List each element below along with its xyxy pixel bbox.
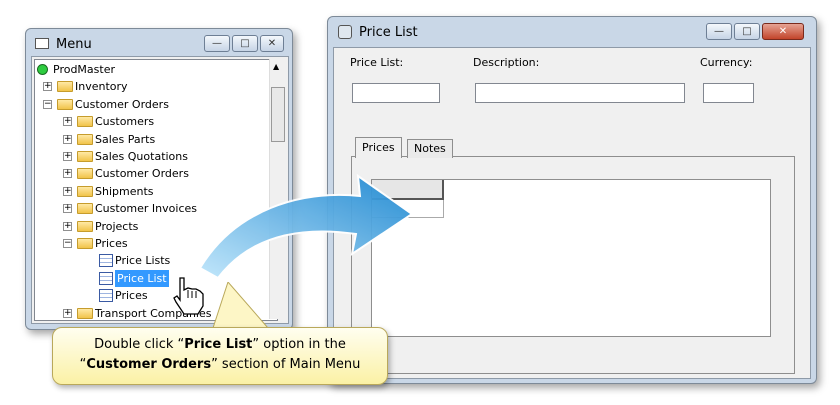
tree-item[interactable]: Price Lists	[35, 252, 275, 269]
tree-item-label: Shipments	[95, 184, 154, 198]
folder-open-icon	[57, 98, 73, 110]
tree-item-label: Projects	[95, 219, 139, 233]
tree-item-label: ProdMaster	[53, 63, 115, 76]
price-list-window: Price List — □ ✕ Price List: Description…	[327, 16, 817, 384]
expand-icon[interactable]: +	[63, 221, 72, 231]
tree-item-label: Inventory	[75, 80, 128, 94]
expand-icon[interactable]: +	[63, 308, 72, 318]
folder-open-icon	[77, 238, 93, 249]
minimize-icon: —	[714, 26, 724, 37]
tab-notes[interactable]: Notes	[407, 139, 453, 158]
tree-item-label: Customer Invoices	[95, 202, 197, 216]
expand-icon[interactable]: +	[63, 152, 72, 161]
tree-item-label: Customer Orders	[95, 167, 189, 181]
table-cell[interactable]	[372, 200, 444, 218]
tree-item[interactable]: + Sales Parts	[35, 131, 275, 148]
prices-table[interactable]	[371, 179, 771, 337]
callout-line-1: Double click “Price List” option in the	[53, 337, 387, 352]
currency-label: Currency:	[700, 56, 753, 69]
tree-item[interactable]: + Customer Orders	[35, 165, 275, 182]
tree-item-label: Sales Parts	[95, 132, 156, 146]
tree-item-label: Customer Orders	[75, 97, 169, 111]
tree-item[interactable]: + Shipments	[35, 183, 275, 200]
folder-icon	[77, 116, 93, 128]
scroll-up-icon[interactable]: ▲	[273, 62, 279, 71]
instruction-callout: Double click “Price List” option in the …	[52, 327, 388, 385]
tree-item-label: Prices	[115, 289, 148, 303]
maximize-icon: □	[240, 38, 250, 49]
prices-tab-panel	[351, 156, 795, 374]
menu-title: Menu	[56, 37, 92, 52]
menu-close-button[interactable]: ✕	[260, 35, 284, 52]
tree-item[interactable]: + Projects	[35, 218, 275, 235]
price-list-titlebar[interactable]: Price List — □ ✕	[328, 17, 816, 47]
menu-scrollbar[interactable]: ▲	[269, 59, 286, 319]
price-list-app-icon	[338, 25, 352, 39]
folder-icon	[57, 81, 73, 93]
menu-titlebar[interactable]: Menu — □ ✕	[26, 29, 292, 59]
expand-icon[interactable]: +	[43, 82, 52, 92]
collapse-icon[interactable]: −	[63, 239, 72, 248]
callout-text: ” option in the	[252, 337, 346, 352]
tree-item-label: Sales Quotations	[95, 150, 188, 163]
tree-item[interactable]: + Inventory	[35, 78, 275, 95]
minimize-icon: —	[212, 38, 222, 49]
status-icon	[37, 64, 48, 75]
hand-cursor-icon	[173, 277, 204, 315]
menu-minimize-button[interactable]: —	[204, 35, 230, 52]
tree-item[interactable]: + Customer Invoices	[35, 200, 275, 217]
tree-item[interactable]: ProdMaster	[35, 61, 275, 78]
close-icon: ✕	[267, 38, 277, 49]
callout-bold-text: Customer Orders	[86, 357, 212, 372]
tree-item[interactable]: + Customers	[35, 113, 275, 130]
tree-item-label: Price Lists	[115, 254, 171, 268]
callout-text: Double click “	[94, 337, 185, 352]
folder-icon	[77, 220, 93, 232]
tree-item[interactable]: + Sales Quotations	[35, 148, 275, 165]
tree-item-label: Prices	[95, 237, 128, 250]
price-list-client: Price List: Description: Currency: Price…	[333, 47, 811, 379]
price-list-label: Price List:	[350, 56, 404, 69]
folder-icon	[77, 185, 93, 197]
menu-app-icon	[35, 38, 49, 49]
maximize-icon: □	[742, 26, 752, 37]
folder-icon	[77, 168, 93, 180]
expand-icon[interactable]: +	[63, 204, 72, 214]
expand-icon[interactable]: +	[63, 117, 72, 127]
callout-text: ” section of Main Menu	[211, 357, 361, 372]
expand-icon[interactable]: +	[63, 134, 72, 144]
collapse-icon[interactable]: −	[43, 99, 52, 109]
scroll-thumb[interactable]	[271, 87, 285, 142]
price-list-close-button[interactable]: ✕	[762, 23, 804, 40]
tab-prices[interactable]: Prices	[355, 137, 402, 158]
form-icon	[99, 271, 113, 285]
callout-pointer	[212, 282, 270, 329]
tree-item-label: Customers	[95, 115, 155, 129]
currency-input[interactable]	[703, 83, 754, 103]
callout-line-2: “Customer Orders” section of Main Menu	[53, 357, 387, 372]
price-list-minimize-button[interactable]: —	[706, 23, 732, 40]
tree-item[interactable]: − Prices	[35, 235, 275, 252]
grid-icon	[99, 289, 113, 303]
expand-icon[interactable]: +	[63, 169, 72, 179]
tree-item-label: Price List	[115, 269, 169, 287]
expand-icon[interactable]: +	[63, 186, 72, 196]
description-label: Description:	[473, 56, 540, 69]
table-header-cell[interactable]	[372, 180, 444, 200]
description-input[interactable]	[475, 83, 685, 103]
callout-bold-text: Price List	[184, 337, 253, 352]
price-list-maximize-button[interactable]: □	[734, 23, 760, 40]
tree-item[interactable]: − Customer Orders	[35, 96, 275, 113]
menu-maximize-button[interactable]: □	[232, 35, 258, 52]
price-list-title: Price List	[359, 25, 418, 40]
folder-icon	[77, 203, 93, 215]
folder-icon	[77, 307, 93, 319]
price-list-input[interactable]	[352, 83, 440, 103]
close-icon: ✕	[778, 26, 788, 37]
folder-icon	[77, 133, 93, 145]
grid-icon	[99, 254, 113, 268]
folder-icon	[77, 151, 93, 162]
